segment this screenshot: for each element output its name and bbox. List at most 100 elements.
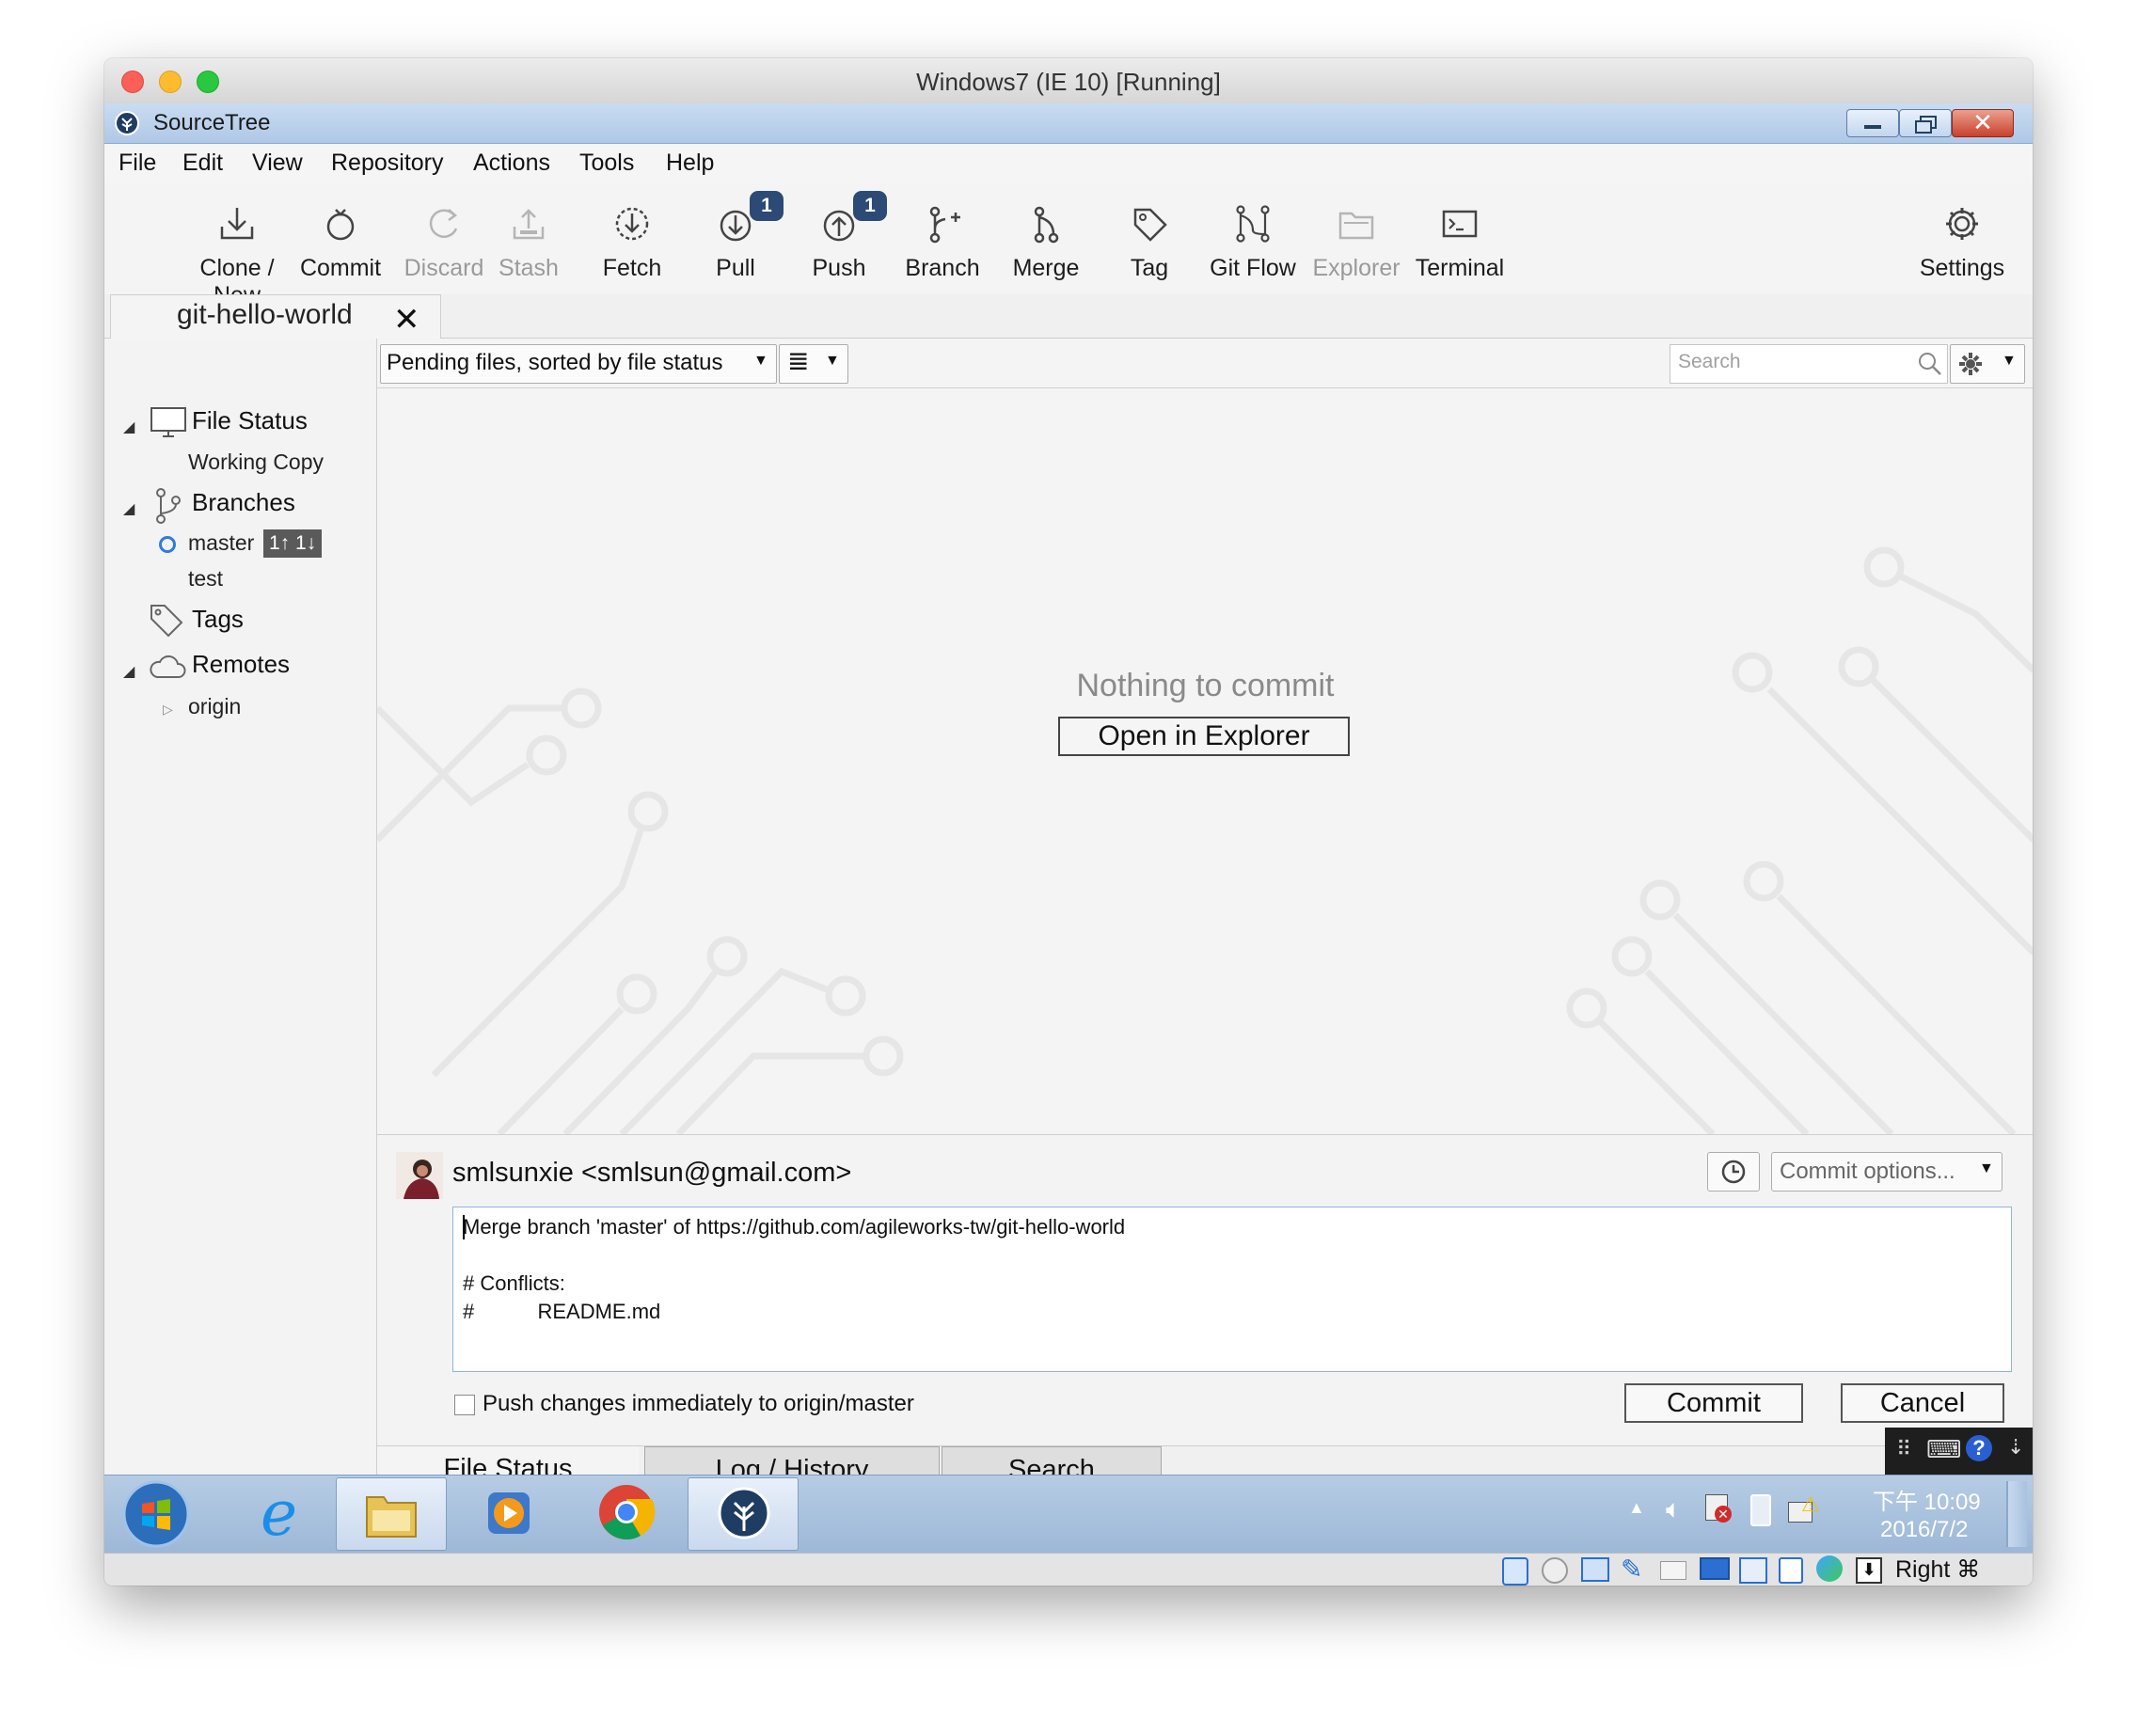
hard-disk-icon[interactable] [1502, 1557, 1528, 1586]
help-icon[interactable]: ? [1966, 1435, 1992, 1461]
cancel-button[interactable]: Cancel [1841, 1383, 2004, 1423]
avatar [396, 1152, 443, 1199]
toolbar: Clone / New Commit Discard Stash Fetch 1… [104, 183, 2033, 308]
open-in-explorer-button[interactable]: Open in Explorer [1058, 717, 1350, 756]
tag-button[interactable]: Tag [1098, 183, 1201, 294]
mac-window: Windows7 (IE 10) [Running] SourceTree ✕ … [104, 58, 2033, 1586]
push-badge: 1 [853, 191, 887, 221]
close-tab-icon[interactable]: ✕ [393, 301, 420, 339]
sidebar-branch-test[interactable]: test [188, 566, 223, 592]
pull-button[interactable]: 1 Pull [684, 183, 787, 294]
tag-icon [150, 605, 183, 638]
volume-icon[interactable]: 🔈︎ [1666, 1494, 1682, 1525]
pin-icon[interactable]: ⇣ [2007, 1435, 2024, 1460]
menu-view[interactable]: View [252, 150, 303, 177]
network-adapter-icon[interactable] [1739, 1557, 1767, 1584]
search-placeholder: Search [1678, 351, 1741, 372]
media-player-taskbar[interactable] [454, 1477, 563, 1549]
commit-toolbar-button[interactable]: Commit [289, 183, 392, 294]
close-button[interactable]: ✕ [1952, 108, 2014, 137]
sidebar-working-copy[interactable]: Working Copy [188, 450, 324, 475]
network-icon[interactable]: ⚠ [1788, 1492, 1820, 1523]
commit-history-button[interactable] [1707, 1152, 1760, 1192]
minimize-button[interactable] [1846, 109, 1899, 137]
view-mode-dropdown[interactable]: ≣ ▼ [779, 344, 848, 384]
clone-new-button[interactable]: Clone / New [185, 183, 289, 308]
sourcetree-icon [718, 1487, 770, 1539]
menu-edit[interactable]: Edit [182, 150, 223, 177]
chevron-down-icon: ▼ [1979, 1160, 1994, 1176]
expand-triangle-icon[interactable]: ◢ [123, 499, 135, 518]
stash-button[interactable]: Stash [477, 183, 580, 294]
usb-icon[interactable] [1779, 1557, 1803, 1584]
search-input[interactable]: Search [1670, 344, 1948, 384]
sourcetree-taskbar[interactable] [688, 1477, 799, 1551]
commit-message-input[interactable]: Merge branch 'master' of https://github.… [452, 1207, 2012, 1372]
commit-button[interactable]: Commit [1624, 1383, 1803, 1423]
file-explorer-taskbar[interactable] [336, 1477, 447, 1551]
git-flow-button[interactable]: Git Flow [1201, 183, 1305, 294]
action-center-icon[interactable]: ✕ [1703, 1492, 1732, 1524]
menubar: File Edit View Repository Actions Tools … [104, 144, 2033, 183]
expand-triangle-icon[interactable]: ◢ [123, 662, 135, 681]
keyboard-icon[interactable]: ⌨ [1926, 1435, 1962, 1464]
optical-drive-icon[interactable] [1542, 1557, 1568, 1584]
sidebar-branches[interactable]: Branches [192, 488, 295, 517]
mouse-capture-icon[interactable]: ⬇ [1856, 1557, 1882, 1584]
menu-repository[interactable]: Repository [331, 150, 444, 177]
fetch-button[interactable]: Fetch [580, 183, 684, 294]
clock-time[interactable]: 下午 10:09 [1873, 1483, 1981, 1516]
folder-icon [366, 1496, 417, 1538]
sidebar-branch-master[interactable]: master [188, 530, 254, 556]
terminal-button[interactable]: Terminal [1408, 183, 1512, 294]
settings-button[interactable]: Settings [1910, 183, 2014, 294]
commit-message-line: Merge branch 'master' of https://github.… [463, 1215, 1126, 1239]
clock-date[interactable]: 2016/7/2 [1880, 1517, 1968, 1543]
commit-author: smlsunxie <smlsun@gmail.com> [452, 1158, 852, 1188]
guest-additions-icon[interactable] [1816, 1555, 1843, 1582]
merge-button[interactable]: Merge [994, 183, 1098, 294]
restore-button[interactable] [1899, 109, 1952, 137]
sidebar-tags[interactable]: Tags [192, 605, 244, 634]
floppy-icon[interactable] [1581, 1557, 1609, 1582]
menu-file[interactable]: File [119, 150, 156, 177]
fetch-icon [615, 207, 649, 241]
menu-help[interactable]: Help [666, 150, 714, 177]
push-immediately-checkbox[interactable] [454, 1395, 475, 1415]
menu-actions[interactable]: Actions [473, 150, 550, 177]
push-button[interactable]: 1 Push [787, 183, 891, 294]
sidebar-remote-origin[interactable]: origin [188, 694, 241, 719]
chrome-icon [599, 1485, 656, 1539]
push-immediately-label[interactable]: Push changes immediately to origin/maste… [483, 1391, 914, 1417]
expand-triangle-icon[interactable]: ◢ [123, 418, 135, 436]
search-icon[interactable] [1917, 351, 1943, 377]
commit-panel: smlsunxie <smlsun@gmail.com> Commit opti… [377, 1134, 2033, 1445]
chrome-taskbar[interactable] [571, 1477, 680, 1549]
commit-options-dropdown[interactable]: Commit options... ▼ [1771, 1152, 2002, 1192]
sourcetree-logo-icon [115, 111, 139, 135]
repo-tabstrip: git-hello-world ✕ [104, 294, 2033, 339]
menu-tools[interactable]: Tools [579, 150, 634, 177]
chevron-down-icon: ▼ [753, 353, 768, 369]
explorer-button[interactable]: Explorer [1305, 183, 1408, 294]
file-sort-dropdown[interactable]: Pending files, sorted by file status ▼ [380, 344, 777, 384]
sidebar: ◢ File Status Working Copy ◢ Branches ma… [104, 339, 375, 1484]
start-button[interactable] [114, 1477, 204, 1549]
internet-explorer-icon: e [261, 1477, 298, 1550]
display-icon[interactable] [1700, 1557, 1730, 1580]
repo-tab[interactable]: git-hello-world ✕ [110, 294, 441, 339]
collapsed-triangle-icon[interactable]: ▷ [163, 702, 173, 718]
host-key-label: Right ⌘ [1895, 1556, 1981, 1583]
battery-icon[interactable] [1750, 1494, 1771, 1526]
grip-icon[interactable]: ⠿ [1896, 1437, 1911, 1461]
sidebar-file-status[interactable]: File Status [192, 406, 308, 435]
shared-folder-icon[interactable] [1660, 1561, 1686, 1580]
options-gear-dropdown[interactable]: ▼ [1950, 344, 2025, 384]
branch-button[interactable]: Branch [891, 183, 994, 294]
chevron-down-icon: ▼ [2002, 353, 2017, 369]
internet-explorer-taskbar[interactable]: e [232, 1477, 341, 1550]
show-desktop-button[interactable] [2006, 1481, 2027, 1547]
sidebar-remotes[interactable]: Remotes [192, 650, 290, 679]
pen-icon[interactable]: ✎ [1621, 1554, 1642, 1585]
show-hidden-icons-icon[interactable]: ▲ [1628, 1498, 1645, 1518]
